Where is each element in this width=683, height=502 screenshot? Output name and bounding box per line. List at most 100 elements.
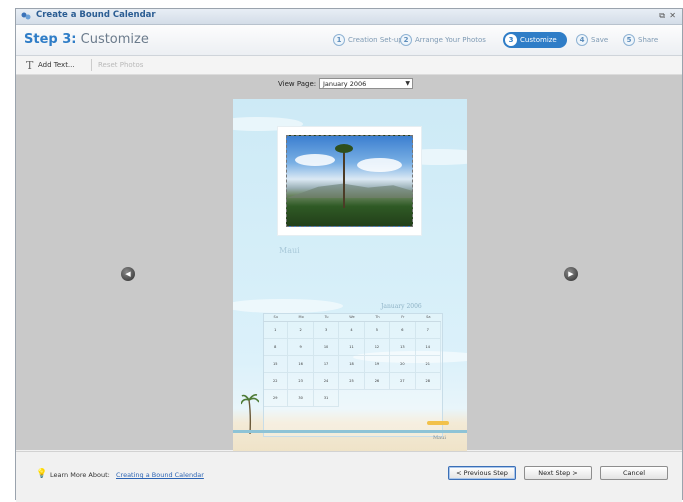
weekday-header: Mo bbox=[288, 315, 314, 322]
calendar-day: 31 bbox=[313, 390, 340, 407]
calendar-day: 18 bbox=[339, 356, 365, 373]
photo-cloud bbox=[357, 158, 402, 172]
calendar-day: 1 bbox=[263, 322, 289, 339]
surfboard-decoration bbox=[427, 421, 449, 425]
step-name: Customize bbox=[80, 32, 149, 47]
progress-step-label: Share bbox=[638, 36, 659, 44]
preview-area: View Page: January 2006 ▼ ◀ ▶ Maui Janua… bbox=[16, 75, 682, 451]
calendar-day: 16 bbox=[288, 356, 314, 373]
toolbar-divider bbox=[91, 59, 92, 71]
calendar-day: 28 bbox=[415, 373, 441, 390]
step-number-badge: 1 bbox=[333, 34, 345, 46]
arrow-left-icon: ◀ bbox=[125, 270, 131, 278]
weekday-header: We bbox=[339, 315, 365, 322]
learn-more-link[interactable]: Creating a Bound Calendar bbox=[116, 471, 204, 479]
calendar-day: 6 bbox=[390, 322, 416, 339]
step-title: Step 3: Customize bbox=[24, 32, 149, 47]
calendar-day: 11 bbox=[339, 339, 365, 356]
calendar-grid: Su Mo Tu We Th Fr Sa 1 2 3 4 5 6 7 8 9 10 11 12 13 14 15 16 17 1… bbox=[263, 315, 441, 407]
previous-page-button[interactable]: ◀ bbox=[121, 267, 135, 281]
view-page-select[interactable]: January 2006 ▼ bbox=[319, 78, 413, 89]
reset-photos-button[interactable]: Reset Photos bbox=[98, 61, 143, 69]
sky-cloud bbox=[233, 299, 343, 313]
calendar-day: 4 bbox=[339, 322, 365, 339]
previous-step-button[interactable]: < Previous Step bbox=[448, 466, 516, 480]
calendar-page-preview: Maui January 2006 Su Mo Tu We Th Fr Sa 1 2 3 4 5 6 7 8… bbox=[233, 99, 467, 451]
step-number-badge: 5 bbox=[623, 34, 635, 46]
progress-step-creation-setup[interactable]: 1 Creation Set-up bbox=[333, 32, 403, 48]
progress-step-customize[interactable]: 3 Customize bbox=[503, 32, 567, 48]
calendar-day: 20 bbox=[390, 356, 416, 373]
chevron-down-icon: ▼ bbox=[405, 80, 410, 87]
weekday-header: Fr bbox=[390, 315, 416, 322]
photo-stamp-frame[interactable] bbox=[277, 126, 422, 236]
beach-sign: Maui bbox=[433, 435, 446, 441]
calendar-day: 14 bbox=[415, 339, 441, 356]
calendar-day: 25 bbox=[339, 373, 365, 390]
window-title: Create a Bound Calendar bbox=[36, 10, 156, 20]
step-header: Step 3: Customize 1 Creation Set-up 2 Ar… bbox=[16, 25, 682, 56]
calendar-day: 22 bbox=[263, 373, 289, 390]
calendar-day: 29 bbox=[263, 390, 289, 407]
calendar-day: 17 bbox=[313, 356, 340, 373]
weekday-header: Th bbox=[364, 315, 391, 322]
weekday-header: Tu bbox=[313, 315, 340, 322]
photo-palm-trunk bbox=[343, 148, 345, 208]
photo-cloud bbox=[295, 154, 335, 166]
calendar-day: 13 bbox=[390, 339, 416, 356]
restore-icon[interactable]: ⧉ bbox=[659, 11, 665, 21]
progress-step-save[interactable]: 4 Save bbox=[576, 32, 608, 48]
progress-step-label: Creation Set-up bbox=[348, 36, 403, 44]
title-bar: Create a Bound Calendar ⧉ ✕ bbox=[16, 9, 682, 25]
progress-step-label: Customize bbox=[520, 36, 557, 44]
app-icon bbox=[21, 12, 31, 20]
close-icon[interactable]: ✕ bbox=[669, 11, 676, 20]
calendar-day: 8 bbox=[263, 339, 289, 356]
toolbar: T Add Text... Reset Photos bbox=[16, 56, 682, 75]
beach-palm-decoration bbox=[241, 394, 259, 434]
add-text-button[interactable]: Add Text... bbox=[38, 61, 75, 69]
view-page-label: View Page: bbox=[278, 80, 317, 88]
calendar-day: 26 bbox=[364, 373, 391, 390]
view-page-value: January 2006 bbox=[323, 80, 367, 88]
lightbulb-icon: 💡 bbox=[36, 469, 48, 479]
shoreline bbox=[233, 430, 467, 433]
photo-mountain bbox=[287, 183, 412, 198]
learn-more-label: Learn More About: bbox=[50, 471, 110, 479]
calendar-day: 24 bbox=[313, 373, 340, 390]
photo-palm-crown bbox=[335, 144, 353, 153]
progress-step-label: Save bbox=[591, 36, 609, 44]
progress-step-label: Arrange Your Photos bbox=[415, 36, 486, 44]
step-number-badge: 3 bbox=[505, 34, 517, 46]
next-step-button[interactable]: Next Step > bbox=[524, 466, 592, 480]
calendar-day: 7 bbox=[415, 322, 441, 339]
weekday-header: Sa bbox=[415, 315, 441, 322]
calendar-day: 12 bbox=[364, 339, 391, 356]
calendar-day: 15 bbox=[263, 356, 289, 373]
arrow-right-icon: ▶ bbox=[568, 270, 574, 278]
footer-bar: 💡 Learn More About: Creating a Bound Cal… bbox=[16, 451, 682, 502]
next-page-button[interactable]: ▶ bbox=[564, 267, 578, 281]
landscape-photo[interactable] bbox=[286, 135, 413, 227]
calendar-day: 23 bbox=[288, 373, 314, 390]
calendar-day: 19 bbox=[364, 356, 391, 373]
calendar-day: 3 bbox=[313, 322, 340, 339]
calendar-day: 27 bbox=[390, 373, 416, 390]
text-cursor-icon: T bbox=[26, 59, 34, 72]
step-number-badge: 4 bbox=[576, 34, 588, 46]
step-number: Step 3: bbox=[24, 32, 77, 47]
calendar-day: 2 bbox=[288, 322, 314, 339]
calendar-day: 21 bbox=[415, 356, 441, 373]
step-number-badge: 2 bbox=[400, 34, 412, 46]
cancel-button[interactable]: Cancel bbox=[600, 466, 668, 480]
calendar-month-title: January 2006 bbox=[381, 303, 422, 310]
calendar-day: 30 bbox=[288, 390, 314, 407]
calendar-day: 9 bbox=[288, 339, 314, 356]
progress-step-share[interactable]: 5 Share bbox=[623, 32, 658, 48]
weekday-header: Su bbox=[263, 315, 289, 322]
bound-calendar-window: Create a Bound Calendar ⧉ ✕ Step 3: Cust… bbox=[15, 8, 683, 502]
calendar-day: 10 bbox=[313, 339, 340, 356]
progress-step-arrange-photos[interactable]: 2 Arrange Your Photos bbox=[400, 32, 486, 48]
photo-caption[interactable]: Maui bbox=[279, 246, 300, 255]
calendar-day: 5 bbox=[364, 322, 391, 339]
